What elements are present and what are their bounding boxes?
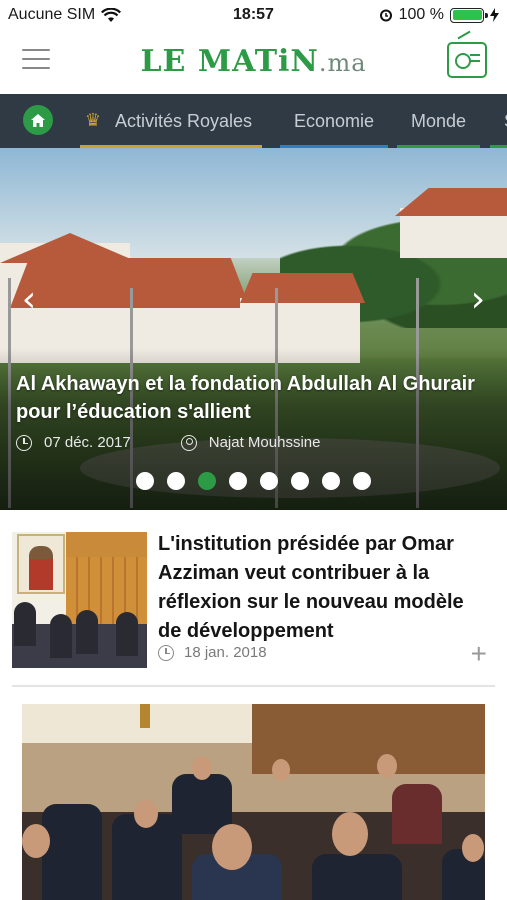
slide-dot[interactable]	[353, 472, 371, 490]
tab-economie[interactable]: Economie	[280, 94, 389, 148]
hero-slider[interactable]: ‹ › Al Akhawayn et la fondation Abdullah…	[0, 148, 507, 510]
slide-dot[interactable]	[291, 472, 309, 490]
tab-activites-royales[interactable]: ♛ Activités Royales	[80, 94, 263, 148]
tab-label: Monde	[411, 111, 467, 131]
slide-dot[interactable]	[229, 472, 247, 490]
home-icon[interactable]	[23, 105, 53, 135]
category-nav: ♛ Activités Royales Economie Monde S	[0, 94, 507, 148]
plus-icon[interactable]: +	[471, 638, 487, 670]
slide-dot[interactable]	[322, 472, 340, 490]
battery-icon	[450, 7, 488, 23]
logo-main: LE MATiN	[140, 44, 319, 79]
site-logo[interactable]: LE MATiN.ma	[0, 44, 507, 79]
tab-more[interactable]: S	[490, 94, 507, 148]
hero-meta: 07 déc. 2017 Najat Mouhssine	[16, 434, 320, 451]
article-card[interactable]: L'institution présidée par Omar Azziman …	[0, 510, 507, 688]
clock-icon	[16, 434, 32, 451]
hero-headline[interactable]: Al Akhawayn et la fondation Abdullah Al …	[16, 370, 487, 426]
slide-dot[interactable]	[260, 472, 278, 490]
slide-dot[interactable]	[198, 472, 216, 490]
prev-slide-icon[interactable]: ‹	[14, 280, 44, 320]
article-title[interactable]: L'institution présidée par Omar Azziman …	[158, 530, 488, 646]
article-meta: 18 jan. 2018	[158, 644, 267, 661]
tab-label: Activités Royales	[115, 111, 253, 131]
radio-icon[interactable]	[447, 42, 487, 78]
logo-suffix: .ma	[318, 49, 367, 77]
slide-indicator	[0, 472, 507, 490]
battery-percent: 100 %	[398, 6, 444, 23]
tab-monde[interactable]: Monde	[397, 94, 481, 148]
charging-icon	[490, 8, 499, 22]
clock-icon	[158, 644, 174, 661]
slide-dot[interactable]	[136, 472, 154, 490]
tab-label: Economie	[294, 111, 375, 131]
article-image[interactable]	[22, 704, 485, 900]
status-right: 100 %	[379, 6, 499, 24]
alarm-icon	[379, 9, 392, 22]
slide-dot[interactable]	[167, 472, 185, 490]
divider	[12, 685, 495, 687]
hero-author: Najat Mouhssine	[208, 434, 321, 451]
user-icon	[180, 434, 197, 451]
next-slide-icon[interactable]: ›	[463, 280, 493, 320]
article-date: 18 jan. 2018	[184, 644, 267, 661]
article-thumbnail[interactable]	[12, 532, 147, 668]
crown-icon: ♛	[84, 110, 102, 130]
hero-date: 07 déc. 2017	[44, 434, 131, 451]
app-header: LE MATiN.ma	[0, 30, 507, 94]
status-bar: Aucune SIM 18:57 100 %	[0, 0, 507, 30]
